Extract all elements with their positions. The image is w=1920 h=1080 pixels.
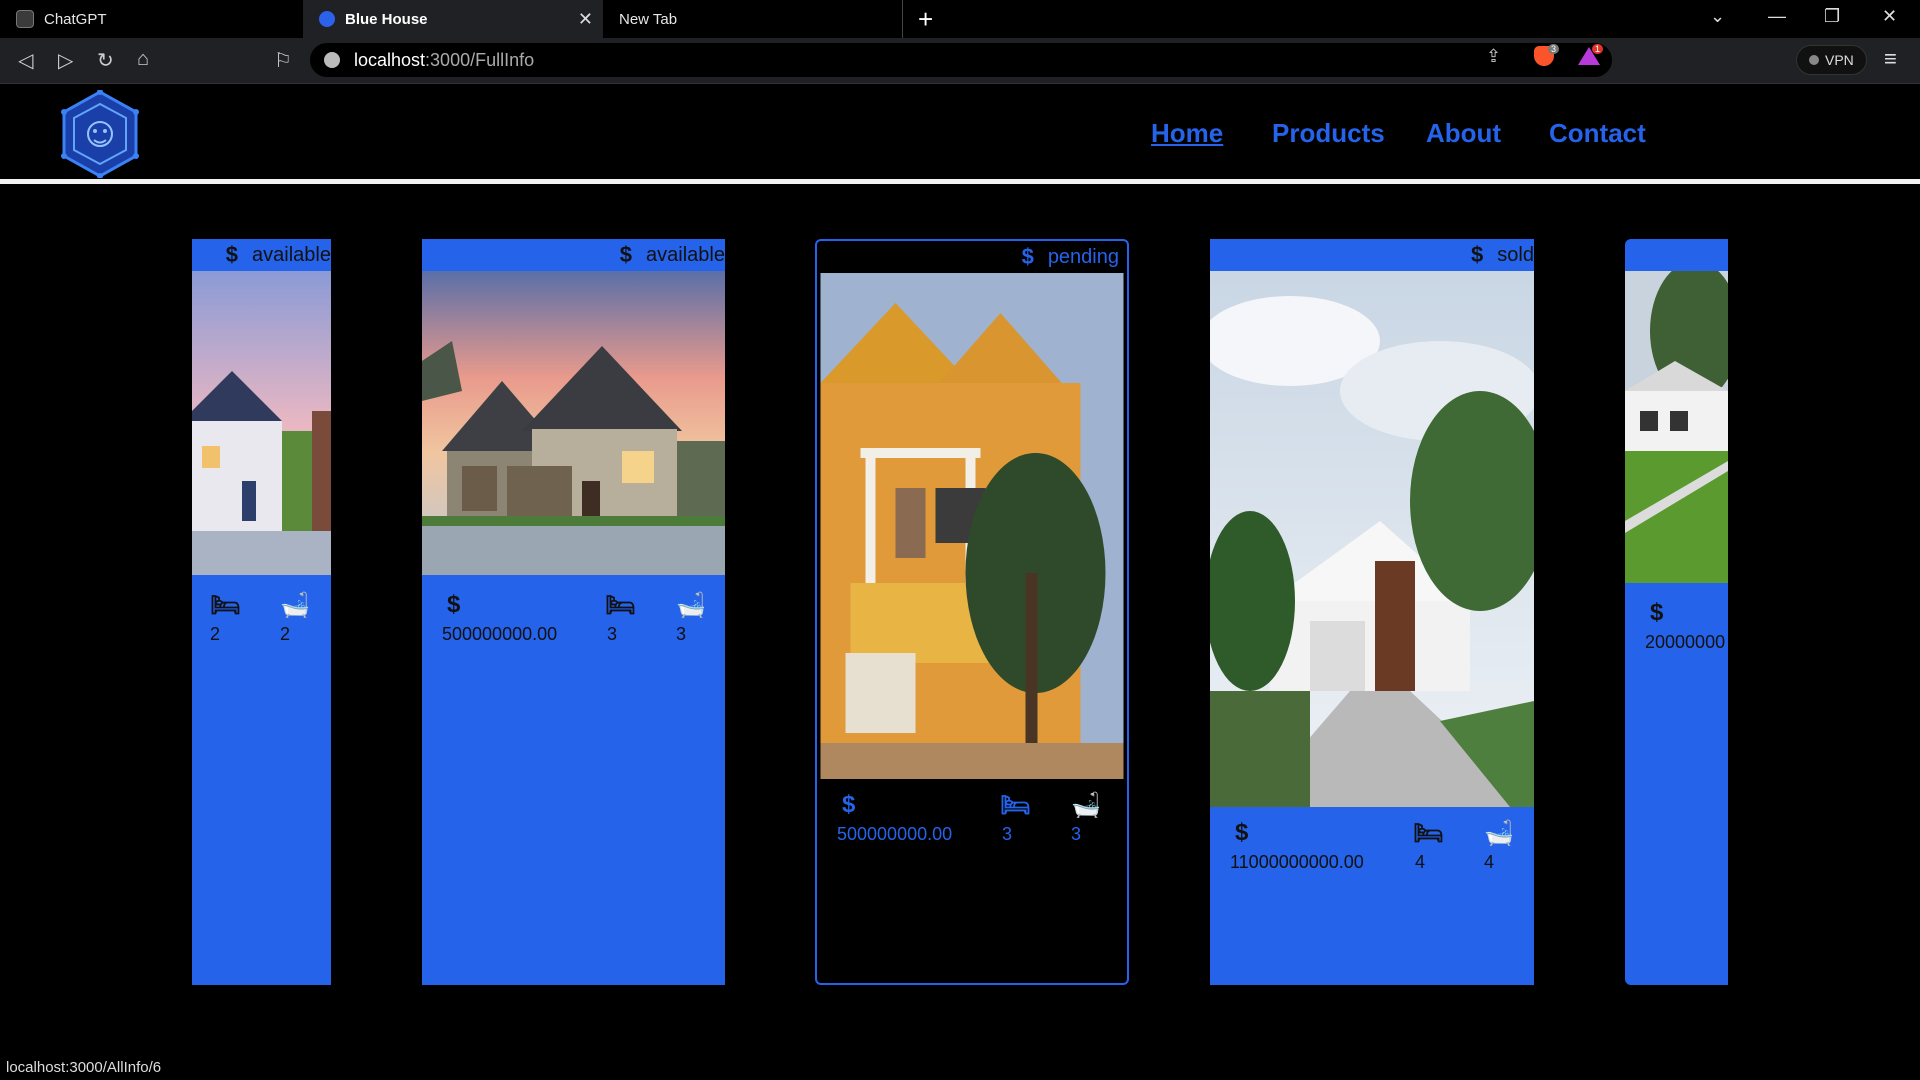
- status-label: pending: [1047, 245, 1119, 268]
- shields-count-badge: 3: [1548, 44, 1560, 54]
- vpn-button[interactable]: VPN: [1796, 45, 1867, 75]
- tab-title: New Tab: [619, 10, 678, 28]
- property-card[interactable]: $ available 🛏 2 🛁 2: [192, 239, 331, 985]
- status-row: $ pending: [1022, 241, 1119, 273]
- status-row: $ available: [226, 239, 331, 271]
- rewards-count-badge: 1: [1592, 44, 1604, 54]
- property-card[interactable]: $ sold $ 11000000000.00 🛏 4 🛁 4: [1210, 239, 1534, 985]
- price-value: 500000000.00: [442, 624, 558, 644]
- beds-value: 2: [210, 624, 221, 644]
- dollar-icon: $: [447, 591, 461, 618]
- property-card[interactable]: $ pending $ 500000000.00 🛏 3 🛁 3: [815, 239, 1129, 985]
- stats-row: $ 500000000.00 🛏 3 🛁 3: [422, 591, 725, 671]
- baths-value: 2: [280, 624, 291, 644]
- close-tab-icon[interactable]: ✕: [578, 9, 593, 30]
- minimize-icon[interactable]: —: [1768, 6, 1786, 27]
- back-icon[interactable]: ◁: [18, 48, 33, 73]
- property-card[interactable]: $ available $ 500000000.00 🛏 3 🛁 3: [422, 239, 725, 985]
- beds-value: 4: [1415, 852, 1426, 872]
- stats-row: 🛏 2 🛁 2: [192, 591, 331, 671]
- status-label: available: [646, 243, 725, 266]
- reload-icon[interactable]: ↻: [97, 48, 114, 73]
- stats-row: $ 11000000000.00 🛏 4 🛁 4: [1210, 819, 1534, 899]
- tab-chatgpt[interactable]: ChatGPT: [0, 0, 303, 38]
- stats-row: $ 500000000.00 🛏 3 🛁 3: [817, 791, 1127, 871]
- hamburger-menu-icon[interactable]: ≡: [1884, 46, 1897, 72]
- tab-blue-house[interactable]: Blue House ✕: [303, 0, 603, 38]
- dollar-icon: $: [1235, 819, 1249, 846]
- header-divider: [0, 179, 1920, 184]
- bookmark-icon[interactable]: ⚐: [274, 48, 292, 73]
- close-window-icon[interactable]: ✕: [1882, 6, 1897, 27]
- dollar-icon: $: [842, 791, 856, 818]
- dollar-icon: $: [1471, 242, 1484, 267]
- bed-icon: 🛏: [210, 592, 241, 619]
- browser-tab-bar: ChatGPT Blue House ✕ New Tab + ⌄ — ❐ ✕: [0, 0, 1920, 38]
- price-value: 500000000.00: [837, 824, 953, 844]
- bed-icon: 🛏: [1413, 820, 1444, 847]
- site-info-icon[interactable]: [324, 52, 340, 68]
- baths-value: 3: [1071, 824, 1082, 844]
- tab-title: ChatGPT: [44, 10, 107, 28]
- beds-value: 3: [1002, 824, 1013, 844]
- browser-toolbar: ◁ ▷ ↻ ⌂ ⚐ localhost :3000/FullInfo ⇪ 3 1…: [0, 38, 1920, 84]
- tab-new-tab[interactable]: New Tab: [603, 0, 903, 38]
- vpn-label: VPN: [1825, 52, 1854, 68]
- nav-contact[interactable]: Contact: [1549, 118, 1646, 149]
- bathtub-icon: 🛁: [280, 592, 310, 619]
- baths-value: 3: [676, 624, 687, 644]
- chatgpt-favicon-icon: [16, 10, 34, 28]
- status-label: sold: [1497, 243, 1534, 266]
- bed-icon: 🛏: [605, 592, 636, 619]
- property-photo: [192, 271, 331, 575]
- stats-row: $ 20000000: [1625, 599, 1728, 679]
- status-row: $ sold: [1471, 239, 1534, 271]
- property-photo: [422, 271, 725, 575]
- dollar-icon: $: [1021, 244, 1034, 269]
- bathtub-icon: 🛁: [1071, 792, 1101, 819]
- nav-about[interactable]: About: [1426, 118, 1501, 149]
- bathtub-icon: 🛁: [676, 592, 706, 619]
- price-value: 20000000: [1645, 632, 1726, 652]
- dollar-icon: $: [225, 242, 239, 267]
- dollar-icon: $: [1650, 599, 1664, 626]
- vpn-status-icon: [1809, 55, 1819, 65]
- blue-house-favicon-icon: [319, 11, 335, 27]
- home-icon[interactable]: ⌂: [137, 48, 149, 71]
- property-photo: [1210, 271, 1534, 807]
- new-tab-plus-icon[interactable]: +: [918, 4, 933, 35]
- beds-value: 3: [607, 624, 618, 644]
- address-bar[interactable]: localhost :3000/FullInfo: [310, 43, 1612, 77]
- url-host: localhost: [354, 49, 426, 70]
- restore-icon[interactable]: ❐: [1824, 6, 1840, 27]
- baths-value: 4: [1484, 852, 1495, 872]
- tab-title: Blue House: [345, 10, 428, 28]
- property-photo: [1625, 271, 1728, 583]
- bed-icon: 🛏: [1000, 792, 1031, 819]
- nav-home[interactable]: Home: [1151, 118, 1223, 149]
- property-card[interactable]: $ 20000000: [1625, 239, 1728, 985]
- link-status-bar: localhost:3000/AllInfo/6: [0, 1055, 168, 1080]
- property-photo: [820, 273, 1124, 779]
- bathtub-icon: 🛁: [1484, 820, 1514, 847]
- dollar-icon: $: [619, 242, 633, 267]
- url-path: :3000/FullInfo: [425, 49, 535, 70]
- nav-products[interactable]: Products: [1272, 118, 1385, 149]
- status-label: available: [252, 243, 331, 266]
- price-value: 11000000000.00: [1230, 852, 1364, 872]
- site-header: Home Products About Contact: [0, 84, 1920, 180]
- blue-house-logo-icon[interactable]: [60, 90, 140, 178]
- forward-icon[interactable]: ▷: [58, 48, 73, 73]
- tab-list-chevron-icon[interactable]: ⌄: [1710, 6, 1725, 27]
- status-row: $ available: [620, 239, 725, 271]
